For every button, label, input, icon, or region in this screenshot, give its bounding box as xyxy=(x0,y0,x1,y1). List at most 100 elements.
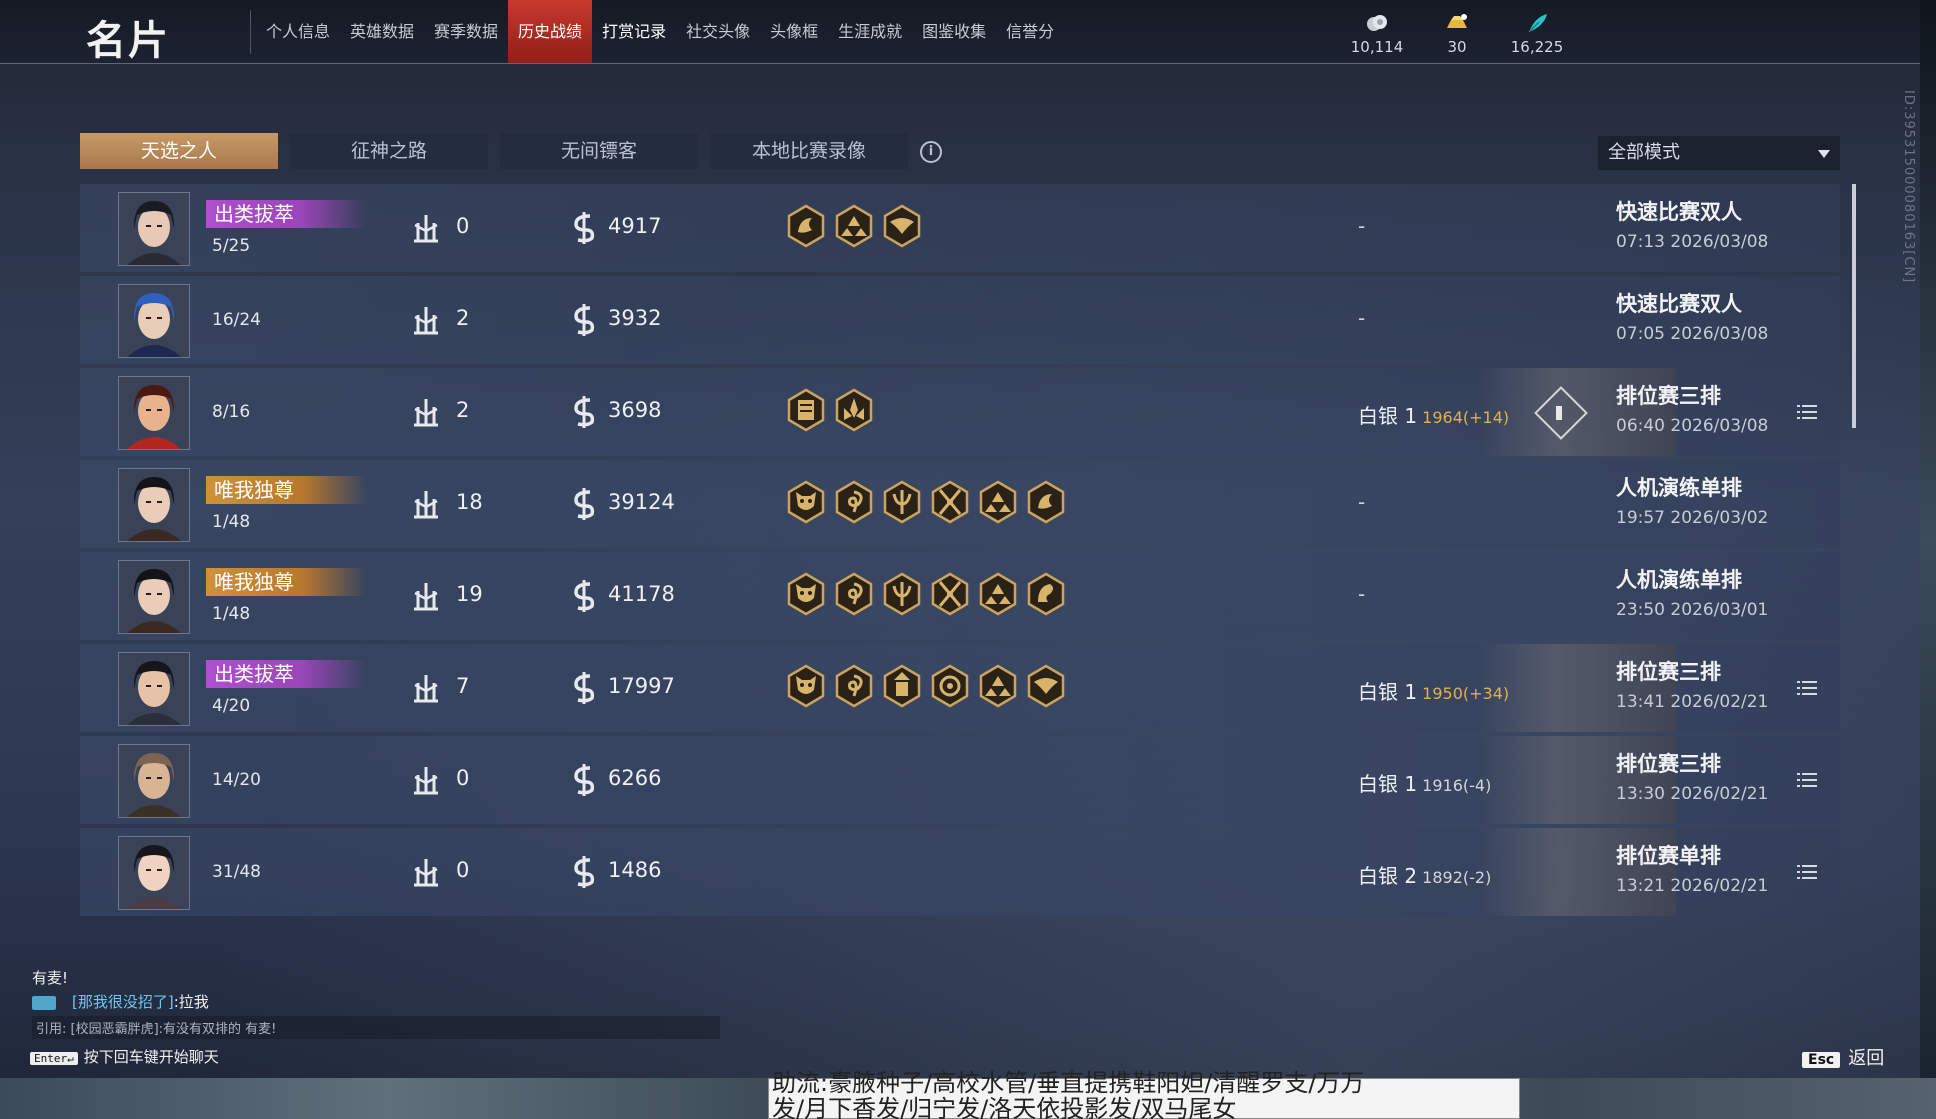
nav-tab[interactable]: 打赏记录 xyxy=(592,0,676,64)
nav-tab[interactable]: 头像框 xyxy=(760,0,828,64)
chat-message: :拉我 xyxy=(173,993,209,1011)
detail-list-button[interactable] xyxy=(1797,864,1817,880)
pagoda-icon xyxy=(883,664,921,708)
list-icon xyxy=(1797,405,1817,419)
chat-input-hint[interactable]: Enter↵ 按下回车键开始聊天 xyxy=(30,1046,219,1067)
equipment-slot[interactable] xyxy=(834,204,874,248)
equipment-slot[interactable] xyxy=(834,572,874,616)
equipment-slot[interactable] xyxy=(1026,480,1066,524)
nav-tab[interactable]: 信誉分 xyxy=(996,0,1064,64)
hero-avatar[interactable] xyxy=(118,468,190,542)
match-row[interactable]: 14/20 0 6266 白银 1 1916(-4) 排位赛三排 13:30 2026/0… xyxy=(80,736,1840,824)
mode-tab[interactable]: 天选之人 xyxy=(80,133,278,169)
back-button[interactable]: Esc 返回 xyxy=(1802,1044,1884,1070)
gold-earned: 41178 xyxy=(608,582,675,606)
chat-quote: 引用: [校园恶霸胖虎]:有没有双排的 有麦! xyxy=(32,1016,720,1039)
equipment-slot[interactable] xyxy=(834,480,874,524)
nav-tab[interactable]: 个人信息 xyxy=(256,0,340,64)
equipment-slot[interactable] xyxy=(882,664,922,708)
crossed-blades-icon xyxy=(931,572,969,616)
phoenix-curl-icon xyxy=(1027,572,1065,616)
match-row[interactable]: 8/16 2 3698 白银 1 1964(+14) 排位赛三排 06:40 2026/0… xyxy=(80,368,1840,456)
kill-count-icon xyxy=(414,675,438,703)
gold-coin-icon xyxy=(574,580,595,612)
wheel-crest-icon xyxy=(931,664,969,708)
hero-avatar[interactable] xyxy=(118,284,190,358)
hero-avatar[interactable] xyxy=(118,744,190,818)
equipment-slot[interactable] xyxy=(834,664,874,708)
equipment-slot[interactable] xyxy=(978,572,1018,616)
detail-list-button[interactable] xyxy=(1797,404,1817,420)
placement-rank: 1/48 xyxy=(212,604,251,624)
hero-avatar[interactable] xyxy=(118,836,190,910)
back-label: 返回 xyxy=(1848,1048,1885,1069)
chat-line: 有麦! xyxy=(32,969,69,987)
equipment-slot[interactable] xyxy=(1026,664,1066,708)
currency-bar: 10,114 30 16,225 xyxy=(1350,8,1564,56)
side-artwork xyxy=(1920,0,1936,1078)
equipment-slot[interactable] xyxy=(786,480,826,524)
match-row[interactable]: 唯我独尊 1/48 18 39124 - 人机演练单排 19:57 2026/03/02 xyxy=(80,460,1840,548)
gold-ingot-icon xyxy=(1447,14,1467,28)
match-row[interactable]: 16/24 2 3932 - 快速比赛双人 07:05 2026/03/08 xyxy=(80,276,1840,364)
match-row[interactable]: 唯我独尊 1/48 19 41178 - 人机演练单排 23:50 2026/03/01 xyxy=(80,552,1840,640)
hero-avatar[interactable] xyxy=(118,192,190,266)
overlay-text: 助流:豪腋种子/高校水管/垂直提携鞋阳妲/清醒罗支/万万 发/月下香发/归宁发/… xyxy=(772,1070,1472,1119)
rank-tier: 白银 1 xyxy=(1358,772,1418,796)
hero-avatar[interactable] xyxy=(118,560,190,634)
placement-rank: 1/48 xyxy=(212,512,251,532)
list-scrollbar[interactable] xyxy=(1852,184,1856,428)
match-mode: 排位赛三排 xyxy=(1616,384,1721,408)
equipment-slot[interactable] xyxy=(786,388,826,432)
chevron-down-icon xyxy=(1818,150,1830,158)
mode-tab[interactable]: 无间镖客 xyxy=(500,133,698,169)
info-icon[interactable]: i xyxy=(920,141,942,163)
match-row[interactable]: 出类拔萃 5/25 0 4917 - 快速比赛双人 07:13 2026/03/08 xyxy=(80,184,1840,272)
mode-tab[interactable]: 征神之路 xyxy=(290,133,488,169)
match-time: 06:40 2026/03/08 xyxy=(1616,416,1769,436)
equipment-slot[interactable] xyxy=(930,664,970,708)
equipment-slot[interactable] xyxy=(786,204,826,248)
nav-tab[interactable]: 社交头像 xyxy=(676,0,760,64)
rank-score-empty: - xyxy=(1358,582,1366,606)
placement-rank: 16/24 xyxy=(212,310,261,330)
nav-tab[interactable]: 生涯成就 xyxy=(828,0,912,64)
spiral-sigil-icon xyxy=(835,664,873,708)
detail-list-button[interactable] xyxy=(1797,680,1817,696)
mode-filter-select[interactable]: 全部模式 xyxy=(1598,136,1840,170)
gold-earned: 17997 xyxy=(608,674,675,698)
detail-list-button[interactable] xyxy=(1797,772,1817,788)
match-row[interactable]: 出类拔萃 4/20 7 17997 白银 1 1950(+34) 排位赛三排 13:41 2… xyxy=(80,644,1840,732)
equipment-slot[interactable] xyxy=(786,572,826,616)
overlay-text-line: 发/月下香发/归宁发/洛天依投影发/双马尾女 xyxy=(772,1095,1237,1119)
nav-tab[interactable]: 赛季数据 xyxy=(424,0,508,64)
rank-score: 白银 1 1964(+14) xyxy=(1358,400,1509,429)
equipment-slot[interactable] xyxy=(786,664,826,708)
nav-tab[interactable]: 英雄数据 xyxy=(340,0,424,64)
equipment-slot[interactable] xyxy=(882,204,922,248)
equipment-slot[interactable] xyxy=(834,388,874,432)
hero-avatar[interactable] xyxy=(118,652,190,726)
nav-tab[interactable]: 历史战绩 xyxy=(508,0,593,64)
top-bar-divider xyxy=(0,63,1920,64)
winged-crest-icon xyxy=(883,204,921,248)
gold-earned: 4917 xyxy=(608,214,662,238)
equipment-slot[interactable] xyxy=(930,572,970,616)
hero-female-headband xyxy=(119,561,189,633)
match-time: 13:41 2026/02/21 xyxy=(1616,692,1769,712)
chat-channel-name[interactable]: [那我很没招了] xyxy=(72,993,174,1011)
equipment-slot[interactable] xyxy=(1026,572,1066,616)
equipment-slot[interactable] xyxy=(882,572,922,616)
equipment-slot[interactable] xyxy=(930,480,970,524)
match-mode: 排位赛单排 xyxy=(1616,844,1721,868)
nav-tab[interactable]: 图鉴收集 xyxy=(912,0,996,64)
rank-score: 白银 1 1916(-4) xyxy=(1358,768,1491,797)
match-row[interactable]: 31/48 0 1486 白银 2 1892(-2) 排位赛单排 13:21 2026/0… xyxy=(80,828,1840,916)
gold-coin-icon xyxy=(574,488,595,520)
equipment-slot[interactable] xyxy=(978,664,1018,708)
list-icon xyxy=(1797,773,1817,787)
mode-tab[interactable]: 本地比赛录像 xyxy=(710,133,908,169)
equipment-slot[interactable] xyxy=(978,480,1018,524)
equipment-slot[interactable] xyxy=(882,480,922,524)
hero-avatar[interactable] xyxy=(118,376,190,450)
